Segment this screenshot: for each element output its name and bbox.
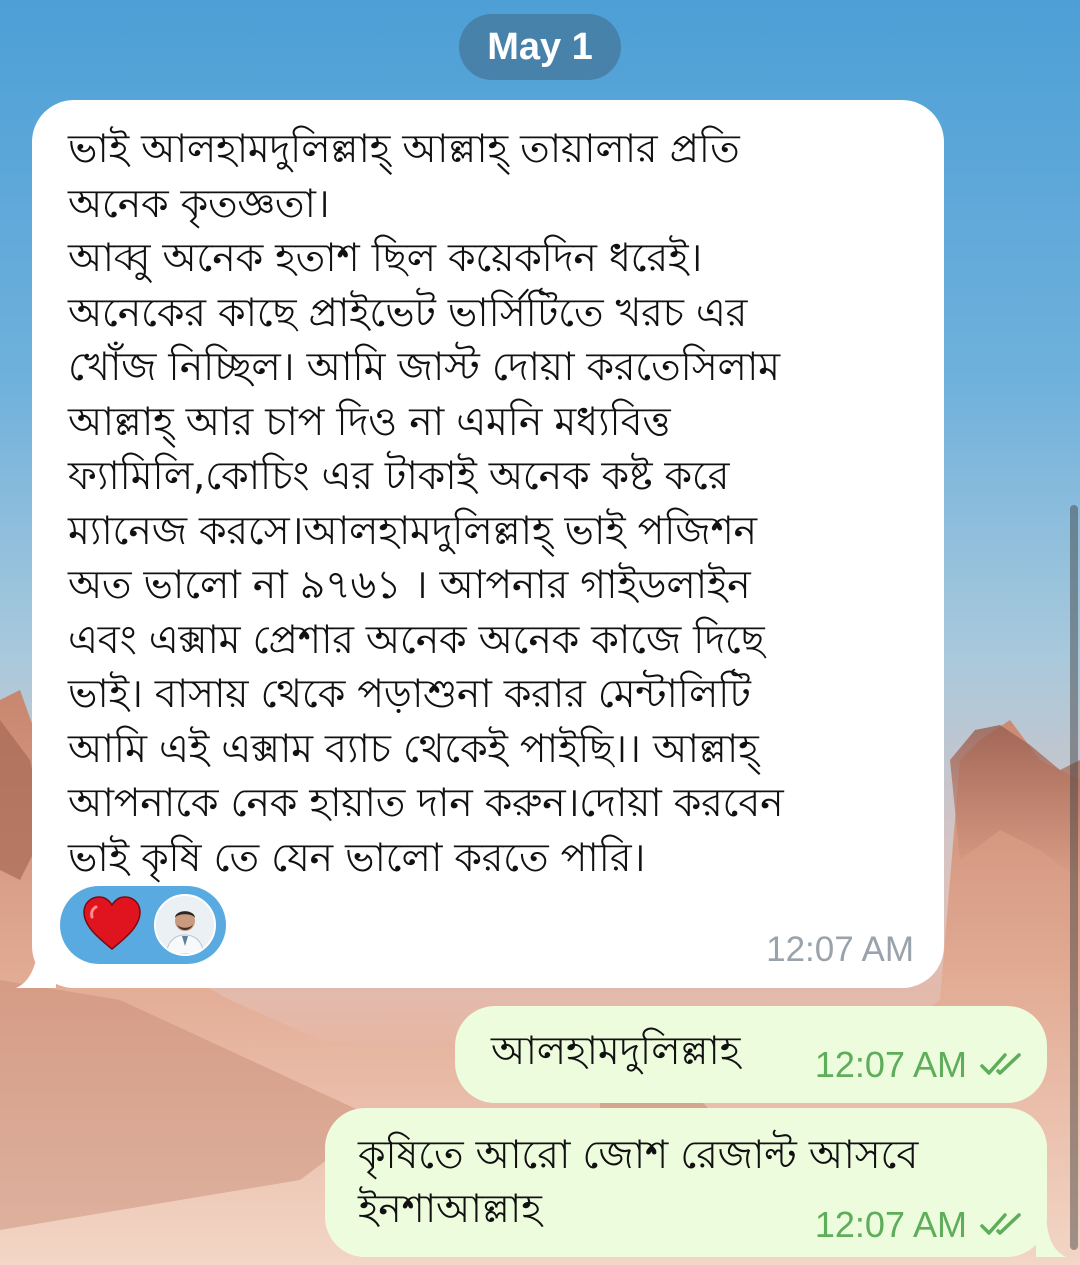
outgoing-message-text: আলহামদুলিল্লাহ bbox=[491, 1028, 741, 1074]
outgoing-message-bubble[interactable]: আলহামদুলিল্লাহ 12:07 AM bbox=[455, 1006, 1047, 1103]
scrollbar[interactable] bbox=[1070, 505, 1078, 1250]
incoming-message-text: ভাই আলহামদুলিল্লাহ্ আল্লাহ্ তায়ালার প্র… bbox=[68, 126, 784, 881]
incoming-message-time: 12:07 AM bbox=[766, 930, 914, 969]
reaction-pill[interactable] bbox=[60, 886, 226, 964]
outgoing-message-time: 12:07 AM bbox=[814, 1204, 967, 1245]
outgoing-message-time: 12:07 AM bbox=[814, 1044, 967, 1085]
reactor-avatar[interactable] bbox=[154, 894, 216, 956]
incoming-message-bubble[interactable]: ভাই আলহামদুলিল্লাহ্ আল্লাহ্ তায়ালার প্র… bbox=[32, 100, 944, 988]
outgoing-message-meta: 12:07 AM bbox=[815, 1204, 1025, 1246]
avatar-person-icon bbox=[156, 896, 214, 954]
date-separator: May 1 bbox=[459, 14, 621, 80]
outgoing-message-bubble[interactable]: কৃষিতে আরো জোশ রেজাল্ট আসবে ইনশাআল্লাহ 1… bbox=[325, 1108, 1047, 1257]
heart-icon bbox=[83, 896, 141, 950]
outgoing-message-meta: 12:07 AM bbox=[815, 1044, 1025, 1086]
double-check-icon bbox=[980, 1213, 1021, 1235]
double-check-icon bbox=[980, 1053, 1021, 1075]
